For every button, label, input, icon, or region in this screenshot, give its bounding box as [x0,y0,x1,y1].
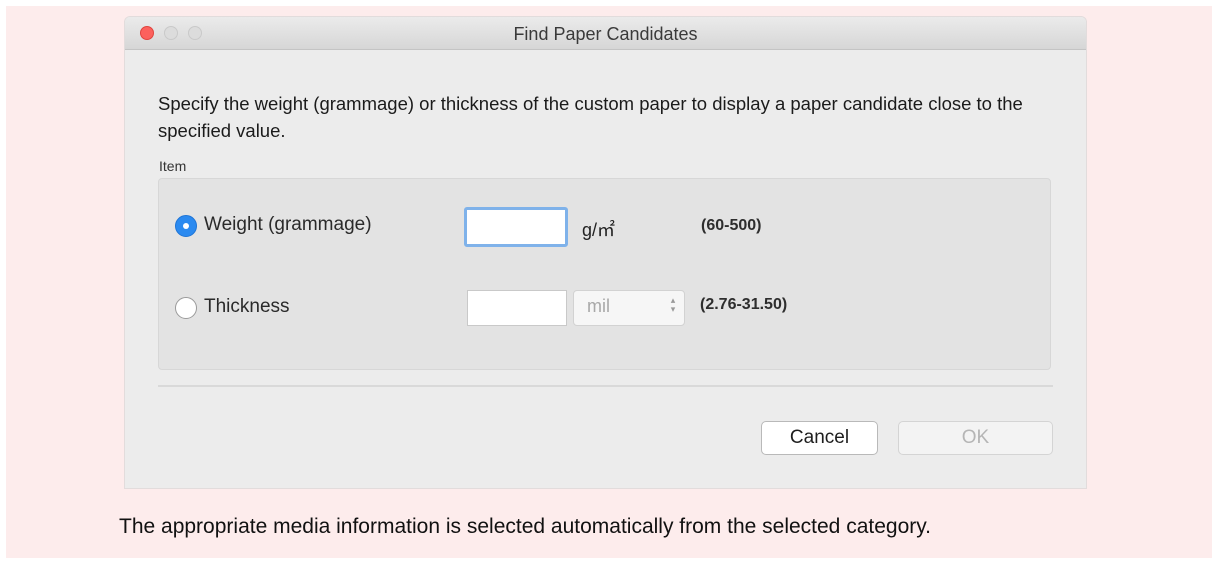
item-group-box: Weight (grammage) g/㎡ (60-500) Thickness… [158,178,1051,370]
thickness-input[interactable] [467,290,567,326]
find-paper-candidates-dialog: Find Paper Candidates Specify the weight… [125,17,1086,488]
weight-unit-label: g/㎡ [582,220,616,240]
window-title: Find Paper Candidates [513,24,698,44]
dialog-separator [158,385,1053,387]
up-down-stepper-icon: ▴ ▾ [670,295,676,314]
page-background: Find Paper Candidates Specify the weight… [6,6,1212,558]
thickness-unit-select[interactable]: mil ▴ ▾ [573,290,685,326]
caption-text: The appropriate media information is sel… [119,515,932,538]
thickness-range-label: (2.76-31.50) [700,296,788,313]
item-group-label: Item [159,158,187,174]
thickness-radio-button[interactable] [175,297,197,319]
weight-radio-button[interactable] [175,215,197,237]
title-bar[interactable]: Find Paper Candidates [125,17,1086,50]
ok-button[interactable]: OK [898,421,1053,455]
dialog-description: Specify the weight (grammage) or thickne… [158,93,1023,141]
cancel-button[interactable]: Cancel [761,421,878,455]
weight-range-label: (60-500) [701,217,762,234]
weight-input[interactable] [464,207,568,247]
thickness-unit-value: mil [587,296,610,316]
thickness-radio-label[interactable]: Thickness [204,296,290,318]
weight-radio-label[interactable]: Weight (grammage) [204,214,372,236]
